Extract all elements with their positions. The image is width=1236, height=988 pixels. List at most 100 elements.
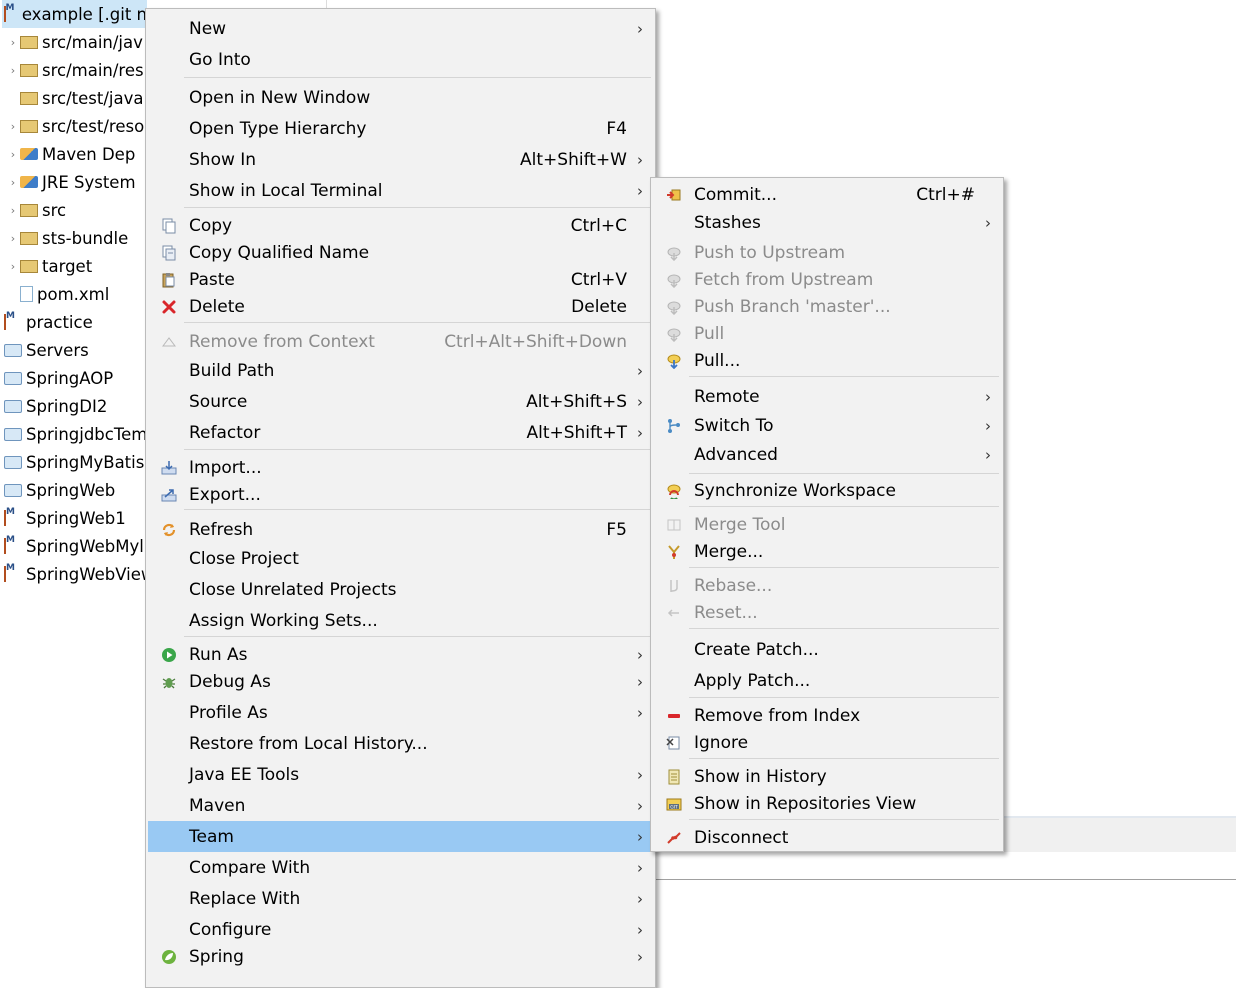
tree-item[interactable]: › src [6,196,66,224]
menu-item-go-into[interactable]: Go Into [148,44,653,75]
menu-item-open-in-new-window[interactable]: Open in New Window [148,82,653,113]
expand-chevron-icon[interactable]: › [6,204,20,217]
submenu-arrow-icon: › [637,796,643,815]
menu-item-show-in[interactable]: Show In Alt+Shift+W › [148,144,653,175]
tree-item[interactable]: SpringAOP [2,364,113,392]
menu-item-restore-from-local-history[interactable]: Restore from Local History... [148,728,653,759]
menu-item-profile-as[interactable]: Profile As › [148,697,653,728]
tree-item[interactable]: SpringWeb [2,476,115,504]
menu-item-create-patch[interactable]: Create Patch... [653,634,1001,665]
tree-item[interactable]: › src/test/reso [6,112,144,140]
menu-item-show-in-history[interactable]: Show in History [653,763,1001,790]
project-context-menu: New › Go Into Open in New Window Open Type H… [145,8,656,988]
tree-item[interactable]: SpringWebView [2,560,154,588]
menu-item-maven[interactable]: Maven › [148,790,653,821]
delete-icon [160,298,178,316]
menu-item-refactor[interactable]: Refactor Alt+Shift+T › [148,417,653,448]
menu-item-synchronize-workspace[interactable]: Synchronize Workspace [653,477,1001,504]
tree-item-label: practice [26,312,93,332]
tree-item[interactable]: example [.git n [2,0,147,28]
tree-item-label: sts-bundle [42,228,129,248]
menu-item-import[interactable]: Import... [148,454,653,481]
panel-divider [656,879,1236,880]
shortcut-text: Ctrl+C [570,215,627,236]
history-icon [665,768,683,786]
tree-item[interactable]: › src/main/jav [6,28,143,56]
submenu-arrow-icon: › [637,920,643,939]
tree-item[interactable]: src/test/java [6,84,143,112]
menu-item-label: Show in History [694,766,827,787]
menu-item-stashes[interactable]: Stashes › [653,209,1001,237]
expand-chevron-icon[interactable]: › [6,64,20,77]
menu-item-ignore[interactable]: Ignore [653,729,1001,756]
menu-item-close-unrelated-projects[interactable]: Close Unrelated Projects [148,574,653,605]
menu-item-label: Replace With [189,888,301,909]
menu-item-pull[interactable]: Pull... [653,347,1001,374]
tree-item-label: src [42,200,67,220]
menu-item-remove-from-index[interactable]: Remove from Index [653,702,1001,729]
menu-item-new[interactable]: New › [148,13,653,44]
menu-item-apply-patch[interactable]: Apply Patch... [653,665,1001,696]
submenu-arrow-icon: › [637,889,643,908]
menu-item-remote[interactable]: Remote › [653,382,1001,411]
expand-chevron-icon[interactable]: › [6,120,20,133]
tree-item-label: SpringWeb [26,480,116,500]
tree-item[interactable]: Servers [2,336,89,364]
tree-item[interactable]: › target [6,252,92,280]
menu-item-configure[interactable]: Configure › [148,914,653,945]
menu-item-show-in-repositories-view[interactable]: GIT Show in Repositories View [653,790,1001,817]
menu-item-delete[interactable]: Delete Delete [148,293,653,320]
tree-item[interactable]: SpringjdbcTem [2,420,147,448]
tree-item[interactable]: › sts-bundle [6,224,128,252]
tree-item[interactable]: SpringMyBatis [2,448,144,476]
menu-item-commit[interactable]: Commit... Ctrl+# [653,181,1001,209]
menu-item-label: Show In [189,149,257,170]
menu-item-merge[interactable]: Merge... [653,538,1001,565]
tree-item[interactable]: SpringWeb1 [2,504,126,532]
tree-item[interactable]: practice [2,308,93,336]
menu-item-disconnect[interactable]: Disconnect [653,824,1001,851]
menu-item-label: Ignore [694,732,749,753]
tree-item[interactable]: SpringWebMyl [2,532,144,560]
menu-item-compare-with[interactable]: Compare With › [148,852,653,883]
shortcut-text: Ctrl+V [570,269,627,290]
tree-item[interactable]: › src/main/res [6,56,144,84]
menu-item-spring[interactable]: Spring › [148,943,653,970]
expand-chevron-icon[interactable]: › [6,176,20,189]
menu-item-open-type-hierarchy[interactable]: Open Type Hierarchy F4 [148,113,653,144]
remove-context-icon [160,333,178,351]
tree-item[interactable]: › Maven Dep [6,140,136,168]
menu-item-advanced[interactable]: Advanced › [653,440,1001,469]
menu-item-build-path[interactable]: Build Path › [148,355,653,386]
menu-item-assign-working-sets[interactable]: Assign Working Sets... [148,605,653,636]
menu-item-label: Close Unrelated Projects [189,579,397,600]
menu-item-label: Fetch from Upstream [694,269,874,290]
menu-item-close-project[interactable]: Close Project [148,543,653,574]
expand-chevron-icon[interactable]: › [6,148,20,161]
menu-item-label: Copy [189,215,233,236]
expand-chevron-icon[interactable]: › [6,260,20,273]
folder-icon [20,259,38,273]
menu-item-show-in-local-terminal[interactable]: Show in Local Terminal › [148,175,653,206]
menu-item-refresh[interactable]: Refresh F5 [148,514,653,545]
expand-chevron-icon[interactable]: › [6,36,20,49]
submenu-arrow-icon: › [637,672,643,691]
menu-item-switch-to[interactable]: Switch To › [653,411,1001,440]
menu-item-replace-with[interactable]: Replace With › [148,883,653,914]
menu-item-copy[interactable]: Copy Ctrl+C [148,212,653,239]
tree-item[interactable]: pom.xml [6,280,109,308]
menu-item-label: Switch To [694,415,774,436]
menu-item-java-ee-tools[interactable]: Java EE Tools › [148,759,653,790]
menu-item-paste[interactable]: Paste Ctrl+V [148,266,653,293]
tree-item[interactable]: SpringDI2 [2,392,107,420]
menu-item-run-as[interactable]: Run As › [148,641,653,668]
tree-item[interactable]: › JRE System [6,168,136,196]
menu-item-export[interactable]: Export... [148,481,653,508]
expand-chevron-icon[interactable]: › [6,232,20,245]
editor-tab-strip [1000,816,1236,852]
menu-item-debug-as[interactable]: Debug As › [148,668,653,695]
menu-item-copy-qualified-name[interactable]: Copy Qualified Name [148,239,653,266]
menu-item-source[interactable]: Source Alt+Shift+S › [148,386,653,417]
menu-separator [689,473,999,474]
menu-item-team[interactable]: Team › [148,821,653,852]
